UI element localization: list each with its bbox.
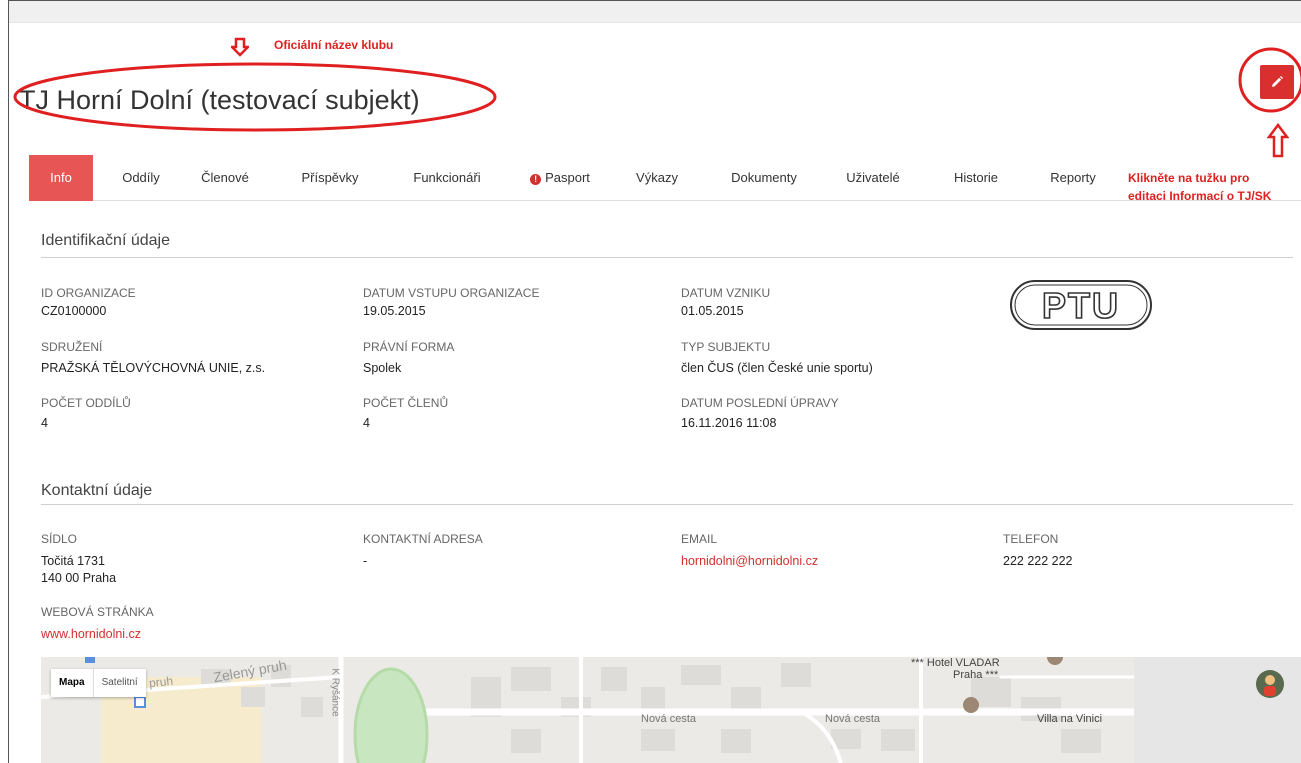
map-label: Praha *** bbox=[953, 669, 999, 681]
tab-reporty[interactable]: Reporty bbox=[1037, 155, 1109, 201]
label-phone: TELEFON bbox=[1003, 532, 1059, 546]
top-strip bbox=[9, 1, 1301, 23]
label-subject-type: TYP SUBJEKTU bbox=[681, 340, 771, 354]
value-founded: 01.05.2015 bbox=[681, 304, 744, 318]
section-divider bbox=[41, 504, 1293, 505]
value-last-modified: 16.11.2016 11:08 bbox=[681, 416, 777, 430]
value-contact-address: - bbox=[363, 554, 368, 568]
section-title-ident: Identifikační údaje bbox=[41, 232, 170, 249]
tab-label: Uživatelé bbox=[846, 170, 900, 185]
logo-text: PTU bbox=[1042, 285, 1120, 326]
tab-historie[interactable]: Historie bbox=[939, 155, 1013, 201]
label-last-modified: DATUM POSLEDNÍ ÚPRAVY bbox=[681, 396, 839, 410]
app-frame: Oficiální název klubu TJ Horní Dolní (te… bbox=[8, 0, 1301, 763]
map-label: Villa na Vinici bbox=[1037, 713, 1103, 725]
arrow-up-icon bbox=[1267, 123, 1289, 158]
map-label: pruh bbox=[148, 673, 174, 691]
value-subject-type: člen ČUS (člen České unie sportu) bbox=[681, 361, 873, 375]
email-link[interactable]: hornidolni@hornidolni.cz bbox=[681, 554, 818, 568]
ptu-logo: PTU bbox=[1010, 280, 1152, 330]
tab-prispevky[interactable]: Příspěvky bbox=[285, 155, 375, 201]
label-seat: SÍDLO bbox=[41, 532, 78, 546]
map-label: *** Hotel VLADAR bbox=[911, 657, 1000, 669]
section-title-contact: Kontaktní údaje bbox=[41, 482, 153, 499]
tab-label: Členové bbox=[201, 170, 249, 185]
website-link[interactable]: www.hornidolni.cz bbox=[41, 627, 141, 641]
map-label: K Ryšánce bbox=[329, 668, 341, 717]
tab-vykazy[interactable]: Výkazy bbox=[625, 155, 689, 201]
annotation-ellipse-title bbox=[13, 62, 497, 132]
value-seat-street: Točitá 1731 bbox=[41, 554, 105, 568]
tab-oddily[interactable]: Oddíly bbox=[107, 155, 175, 201]
tab-label: Oddíly bbox=[122, 170, 160, 185]
annotation-circle-edit bbox=[1238, 47, 1301, 113]
label-founded: DATUM VZNIKU bbox=[681, 286, 771, 300]
map-label: Nová cesta bbox=[825, 713, 881, 725]
tab-uzivatele[interactable]: Uživatelé bbox=[833, 155, 913, 201]
tab-dokumenty[interactable]: Dokumenty bbox=[717, 155, 811, 201]
arrow-down-icon bbox=[231, 37, 249, 57]
map-label: Nová cesta bbox=[641, 713, 697, 725]
map-type-map-button[interactable]: Mapa bbox=[51, 669, 93, 697]
tab-clenove[interactable]: Členové bbox=[189, 155, 261, 201]
warning-icon: ! bbox=[530, 174, 542, 185]
tab-label: Pasport bbox=[545, 170, 590, 185]
label-union: SDRUŽENÍ bbox=[41, 340, 103, 354]
tab-label: Reporty bbox=[1050, 170, 1096, 185]
label-id: ID ORGANIZACE bbox=[41, 286, 136, 300]
value-seat-city: 140 00 Praha bbox=[41, 571, 117, 585]
section-divider bbox=[41, 257, 1293, 258]
value-phone: 222 222 222 bbox=[1003, 554, 1073, 568]
label-legal-form: PRÁVNÍ FORMA bbox=[363, 340, 455, 354]
tab-label: Historie bbox=[953, 170, 999, 185]
value-id: CZ0100000 bbox=[41, 304, 107, 318]
tab-label: Funkcionáři bbox=[413, 170, 481, 185]
label-members-count: POČET ČLENŮ bbox=[363, 396, 449, 410]
tab-label: Příspěvky bbox=[301, 170, 359, 185]
map-view[interactable]: Mapa Satelitní Zelený pruh pruh K Ryšánc… bbox=[41, 657, 1134, 763]
tab-bar: Info Oddíly Členové Příspěvky Funkcionář… bbox=[29, 155, 1301, 201]
value-sections-count: 4 bbox=[41, 416, 48, 430]
map-type-control: Mapa Satelitní bbox=[51, 669, 146, 697]
label-entry-date: DATUM VSTUPU ORGANIZACE bbox=[363, 286, 540, 300]
label-website: WEBOVÁ STRÁNKA bbox=[41, 605, 154, 619]
tab-info[interactable]: Info bbox=[29, 155, 93, 201]
street-view-icon[interactable] bbox=[1255, 669, 1285, 699]
tab-funkcionari[interactable]: Funkcionáři bbox=[397, 155, 497, 201]
value-entry-date: 19.05.2015 bbox=[363, 304, 426, 318]
tab-pasport[interactable]: ! Pasport bbox=[515, 155, 605, 201]
value-union: PRAŽSKÁ TĚLOVÝCHOVNÁ UNIE, z.s. bbox=[41, 361, 266, 375]
map-type-satellite-button[interactable]: Satelitní bbox=[92, 669, 146, 697]
tab-label: Výkazy bbox=[636, 170, 678, 185]
tab-label: Info bbox=[50, 170, 72, 185]
label-sections-count: POČET ODDÍLŮ bbox=[41, 396, 131, 410]
annotation-official-name: Oficiální název klubu bbox=[274, 38, 394, 52]
tab-label: Dokumenty bbox=[731, 170, 797, 185]
value-legal-form: Spolek bbox=[363, 361, 402, 375]
value-members-count: 4 bbox=[363, 416, 370, 430]
label-contact-address: KONTAKTNÍ ADRESA bbox=[363, 532, 483, 546]
label-email: EMAIL bbox=[681, 532, 718, 546]
